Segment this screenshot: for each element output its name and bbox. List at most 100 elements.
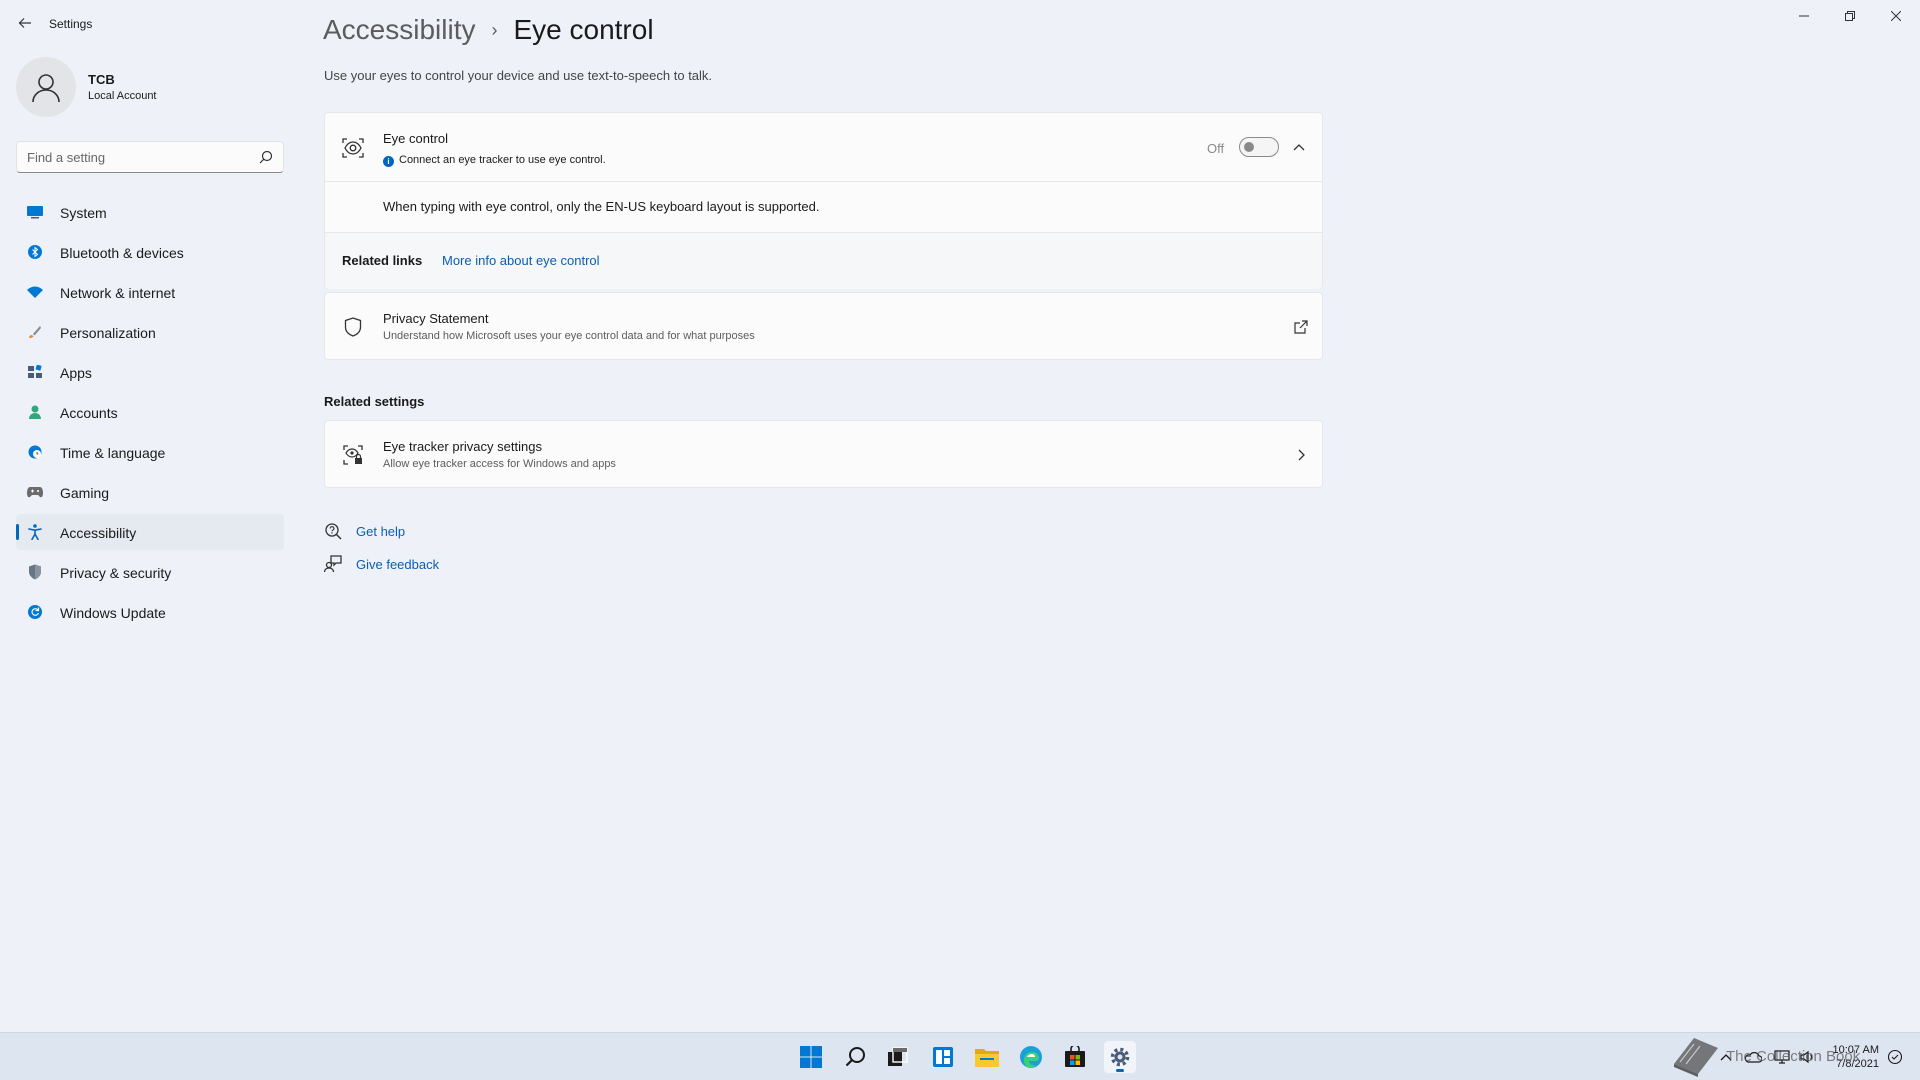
related-links-label: Related links <box>342 253 423 268</box>
watermark-text: The Collection Book <box>1726 1047 1861 1065</box>
eye-tracker-privacy-icon <box>342 444 364 466</box>
sidebar-item-label: Personalization <box>60 325 156 341</box>
taskbar-search-button[interactable] <box>840 1041 872 1073</box>
eye-control-info: i Connect an eye tracker to use eye contr… <box>383 154 606 167</box>
eye-control-icon <box>342 137 364 159</box>
sidebar-item-gaming[interactable]: Gaming <box>16 474 284 510</box>
search-icon <box>845 1047 865 1067</box>
sidebar-item-label: Privacy & security <box>60 565 172 581</box>
sidebar-item-label: Apps <box>60 365 92 381</box>
feedback-icon <box>324 555 342 573</box>
app-title: Settings <box>49 17 93 31</box>
sidebar-item-apps[interactable]: Apps <box>16 354 284 390</box>
profile-name: TCB <box>88 72 115 87</box>
breadcrumb-parent-link[interactable]: Accessibility <box>323 14 475 46</box>
restore-button[interactable] <box>1832 6 1868 26</box>
sidebar-item-network[interactable]: Network & internet <box>16 274 284 310</box>
eye-tracker-privacy-title: Eye tracker privacy settings <box>383 439 542 454</box>
sidebar-item-accounts[interactable]: Accounts <box>16 394 284 430</box>
toggle-knob <box>1244 142 1254 152</box>
widgets-button[interactable] <box>927 1041 959 1073</box>
chevron-up-icon <box>1293 144 1305 151</box>
search-input[interactable]: Find a setting <box>16 141 284 173</box>
restore-icon <box>1845 11 1855 21</box>
sidebar-item-accessibility[interactable]: Accessibility <box>16 514 284 550</box>
help-chat-icon <box>324 522 342 540</box>
eye-tracker-privacy-card[interactable]: Eye tracker privacy settings Allow eye t… <box>324 420 1323 488</box>
more-info-link[interactable]: More info about eye control <box>442 253 600 268</box>
external-link-icon <box>1294 320 1308 334</box>
eye-tracker-privacy-subtitle: Allow eye tracker access for Windows and… <box>383 458 616 470</box>
active-app-indicator <box>1116 1069 1124 1072</box>
sidebar-item-privacy-security[interactable]: Privacy & security <box>16 554 284 590</box>
accessibility-icon <box>27 524 43 540</box>
store-button[interactable] <box>1059 1041 1091 1073</box>
edge-button[interactable] <box>1015 1041 1047 1073</box>
edge-icon <box>1020 1046 1042 1068</box>
sidebar-item-windows-update[interactable]: Windows Update <box>16 594 284 630</box>
sidebar-item-system[interactable]: System <box>16 194 284 230</box>
sidebar-item-label: Windows Update <box>60 605 166 621</box>
eye-control-details: When typing with eye control, only the E… <box>325 182 1322 233</box>
keyboard-layout-note: When typing with eye control, only the E… <box>383 199 820 214</box>
sidebar-item-label: Accessibility <box>60 525 137 541</box>
get-help-link[interactable]: Get help <box>356 524 405 539</box>
sidebar-nav: System Bluetooth & devices Network & int… <box>16 194 284 634</box>
system-icon <box>27 204 43 220</box>
person-icon <box>27 404 43 420</box>
info-icon: i <box>383 156 394 167</box>
related-settings-heading: Related settings <box>324 394 425 409</box>
sidebar-item-label: Bluetooth & devices <box>60 245 184 261</box>
privacy-statement-card[interactable]: Privacy Statement Understand how Microso… <box>324 292 1323 360</box>
gamepad-icon <box>27 484 43 500</box>
user-profile[interactable]: TCB Local Account <box>16 57 286 119</box>
store-icon <box>1065 1046 1085 1067</box>
update-icon <box>27 604 43 620</box>
shield-icon <box>27 564 43 580</box>
get-help-row[interactable]: Get help <box>324 522 405 540</box>
file-explorer-button[interactable] <box>971 1041 1003 1073</box>
sidebar-item-bluetooth[interactable]: Bluetooth & devices <box>16 234 284 270</box>
sidebar-item-label: Gaming <box>60 485 110 501</box>
back-button[interactable] <box>14 12 36 34</box>
wifi-icon <box>27 284 43 300</box>
breadcrumb-separator: › <box>491 19 498 40</box>
give-feedback-row[interactable]: Give feedback <box>324 555 439 573</box>
eye-control-toggle[interactable] <box>1239 137 1279 157</box>
title-bar: Settings <box>0 0 1920 48</box>
settings-taskbar-button[interactable] <box>1104 1041 1136 1073</box>
give-feedback-link[interactable]: Give feedback <box>356 557 439 572</box>
back-arrow-icon <box>18 18 31 28</box>
task-view-button[interactable] <box>882 1041 914 1073</box>
file-explorer-icon <box>975 1049 999 1067</box>
search-placeholder: Find a setting <box>27 150 106 165</box>
close-icon <box>1891 11 1901 21</box>
page-title: Eye control <box>513 14 654 45</box>
close-button[interactable] <box>1878 6 1914 26</box>
profile-account-type: Local Account <box>88 90 157 102</box>
minimize-icon <box>1799 15 1809 17</box>
notification-icon[interactable] <box>1887 1049 1903 1065</box>
eye-control-header[interactable]: Eye control i Connect an eye tracker to u… <box>325 113 1322 182</box>
eye-control-title: Eye control <box>383 131 449 146</box>
eye-control-card: Eye control i Connect an eye tracker to u… <box>324 112 1323 289</box>
bluetooth-icon <box>27 244 43 260</box>
collapse-button[interactable] <box>1289 137 1309 157</box>
search-icon[interactable] <box>259 150 273 164</box>
book-logo <box>1674 1038 1718 1077</box>
apps-icon <box>27 364 43 380</box>
related-links-bar: Related links More info about eye contro… <box>325 233 1322 289</box>
watermark: The Collection Book <box>1670 1034 1860 1078</box>
start-icon <box>800 1046 822 1068</box>
breadcrumb: Accessibility › Eye control <box>323 10 654 50</box>
minimize-button[interactable] <box>1786 6 1822 26</box>
privacy-statement-title: Privacy Statement <box>383 311 489 326</box>
sidebar-item-label: Network & internet <box>60 285 176 301</box>
sidebar-item-personalization[interactable]: Personalization <box>16 314 284 350</box>
toggle-state-label: Off <box>1207 141 1225 156</box>
page-description: Use your eyes to control your device and… <box>324 68 713 83</box>
start-button[interactable] <box>795 1041 827 1073</box>
privacy-statement-subtitle: Understand how Microsoft uses your eye c… <box>383 330 755 342</box>
task-view-icon <box>888 1047 908 1066</box>
sidebar-item-time-language[interactable]: Time & language <box>16 434 284 470</box>
